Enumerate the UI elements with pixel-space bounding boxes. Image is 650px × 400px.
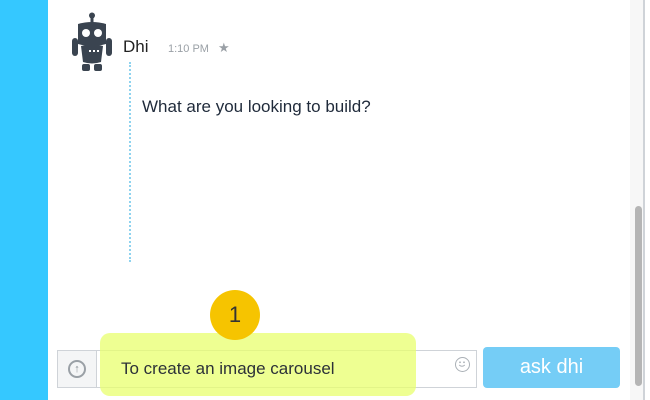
ask-dhi-button[interactable]: ask dhi — [483, 347, 620, 388]
sidebar — [0, 0, 48, 400]
message-author: Dhi — [123, 37, 149, 56]
scrollbar-thumb[interactable] — [635, 206, 642, 386]
star-icon[interactable]: ★ — [218, 40, 230, 56]
upload-button[interactable]: ↑ — [57, 350, 97, 388]
chat-window: Dhi 1:10 PM ★ What are you looking to bu… — [0, 0, 650, 400]
window-border — [643, 0, 645, 400]
upload-icon: ↑ — [68, 360, 86, 378]
thread-line — [129, 62, 131, 262]
message-input-value[interactable]: To create an image carousel — [121, 359, 335, 379]
robot-icon — [68, 12, 116, 74]
message-timestamp: 1:10 PM — [168, 43, 209, 55]
emoji-icon[interactable] — [455, 357, 470, 372]
step-badge: 1 — [210, 290, 260, 340]
message-text: What are you looking to build? — [142, 97, 371, 116]
